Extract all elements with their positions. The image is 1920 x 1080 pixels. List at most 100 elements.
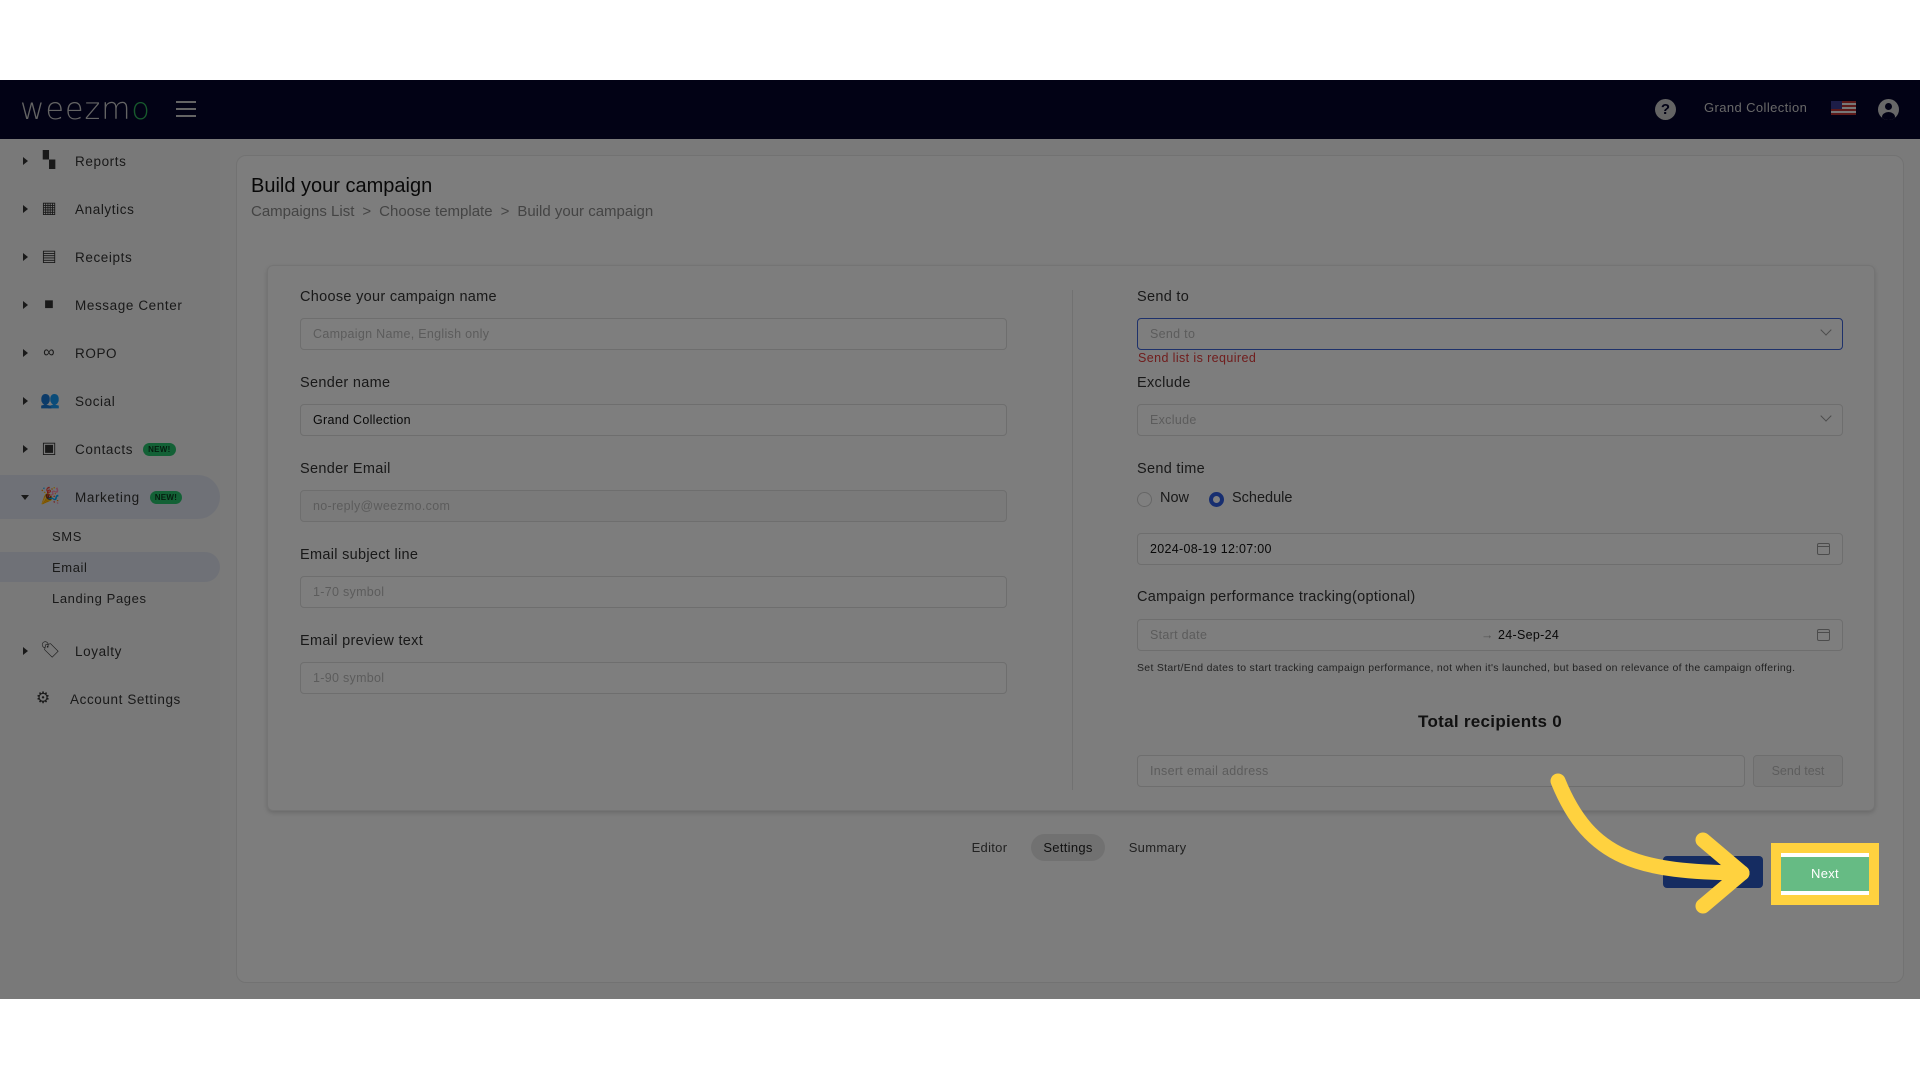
- breadcrumb-choose-template[interactable]: Choose template: [379, 203, 492, 220]
- settings-card: Choose your campaign name Campaign Name,…: [267, 265, 1875, 811]
- sidebar-item-marketing[interactable]: 🎉 Marketing NEW!: [0, 475, 220, 519]
- people-icon: 👥: [40, 392, 60, 409]
- user-icon[interactable]: [1878, 99, 1899, 120]
- step-editor[interactable]: Editor: [960, 834, 1020, 861]
- radio-schedule-label[interactable]: Schedule: [1232, 490, 1292, 506]
- sidebar-item-label: Receipts: [75, 249, 133, 265]
- subject-line-input[interactable]: 1-70 symbol: [300, 576, 1007, 608]
- infinity-icon: ∞: [43, 344, 55, 361]
- analytics-icon: ▦: [41, 200, 57, 217]
- tag-heart-icon: 🏷: [40, 642, 61, 659]
- sidebar-item-label: Marketing NEW!: [75, 490, 183, 505]
- radio-now-label[interactable]: Now: [1160, 490, 1189, 506]
- caret-down-icon: [21, 494, 29, 500]
- tracking-start-date[interactable]: Start date: [1150, 628, 1207, 642]
- radio-schedule[interactable]: [1209, 492, 1224, 507]
- dashboard-icon: ▚: [42, 152, 56, 169]
- sidebar-subitem-label: SMS: [52, 528, 82, 544]
- sidebar-item-social[interactable]: 👥 Social: [0, 379, 220, 423]
- new-badge: NEW!: [149, 491, 183, 505]
- step-settings[interactable]: Settings: [1031, 834, 1105, 861]
- caret-right-icon: [23, 157, 28, 165]
- preview-text-label: Email preview text: [300, 633, 424, 649]
- sidebar-item-contacts[interactable]: ▣ Contacts NEW!: [0, 427, 220, 471]
- chevron-down-icon: [1820, 324, 1832, 336]
- sidebar-subitem-email[interactable]: Email: [0, 552, 220, 582]
- new-badge: NEW!: [143, 443, 176, 457]
- sidebar-item-analytics[interactable]: ▦ Analytics: [0, 187, 220, 231]
- tracking-date-range[interactable]: Start date → 24-Sep-24: [1137, 619, 1843, 651]
- campaign-name-label: Choose your campaign name: [300, 289, 497, 305]
- radio-now[interactable]: [1137, 492, 1152, 507]
- subject-line-label: Email subject line: [300, 547, 419, 563]
- send-to-select[interactable]: Send to: [1137, 318, 1843, 350]
- sidebar-item-label: Account Settings: [70, 691, 181, 707]
- receipt-icon: ▤: [41, 248, 57, 265]
- help-icon[interactable]: ?: [1655, 99, 1676, 120]
- us-flag-icon[interactable]: [1831, 101, 1856, 115]
- highlight-box: [1771, 843, 1879, 905]
- schedule-datetime-value: 2024-08-19 12:07:00: [1150, 542, 1272, 556]
- sender-name-label: Sender name: [300, 375, 391, 391]
- send-test-button[interactable]: Send test: [1753, 755, 1843, 787]
- column-divider: [1072, 290, 1073, 790]
- caret-right-icon: [23, 397, 28, 405]
- tracking-end-date[interactable]: 24-Sep-24: [1498, 620, 1559, 650]
- send-time-label: Send time: [1137, 461, 1205, 477]
- exclude-placeholder: Exclude: [1150, 413, 1197, 427]
- preview-text-input[interactable]: 1-90 symbol: [300, 662, 1007, 694]
- weezmo-logo[interactable]: weezmo: [20, 92, 151, 127]
- back-button[interactable]: [1663, 856, 1763, 888]
- sidebar-item-loyalty[interactable]: 🏷 Loyalty: [0, 629, 220, 673]
- send-to-error: Send list is required: [1138, 351, 1257, 365]
- party-icon: 🎉: [40, 488, 60, 505]
- main-panel: Build your campaign Campaigns List > Cho…: [236, 155, 1904, 983]
- total-recipients: Total recipients 0: [1418, 712, 1562, 731]
- sidebar-subitem-label: Landing Pages: [52, 590, 147, 606]
- sidebar-item-label: Contacts NEW!: [75, 442, 176, 457]
- sidebar-item-ropo[interactable]: ∞ ROPO: [0, 331, 220, 375]
- message-icon: ■: [44, 296, 54, 313]
- send-to-placeholder: Send to: [1150, 327, 1196, 341]
- breadcrumb-current: Build your campaign: [517, 203, 654, 220]
- sidebar-item-label: Social: [75, 393, 116, 409]
- caret-right-icon: [23, 205, 28, 213]
- sender-email-label: Sender Email: [300, 461, 391, 477]
- tracking-hint: Set Start/End dates to start tracking ca…: [1137, 662, 1796, 674]
- caret-right-icon: [23, 647, 28, 655]
- sidebar-subitem-landing-pages[interactable]: Landing Pages: [0, 583, 220, 613]
- test-email-input[interactable]: Insert email address: [1137, 755, 1745, 787]
- calendar-icon[interactable]: [1817, 543, 1830, 555]
- contacts-icon: ▣: [41, 440, 57, 457]
- range-arrow-icon: →: [1481, 628, 1494, 642]
- sidebar-subitem-label: Email: [52, 559, 88, 575]
- sender-name-input[interactable]: Grand Collection: [300, 404, 1007, 436]
- wizard-steps: Editor Settings Summary: [237, 834, 1905, 861]
- chevron-down-icon: [1820, 410, 1832, 422]
- sidebar-item-account-settings[interactable]: ⚙ Account Settings: [0, 677, 220, 721]
- sidebar-item-message-center[interactable]: ■ Message Center: [0, 283, 220, 327]
- calendar-icon[interactable]: [1817, 629, 1830, 641]
- exclude-label: Exclude: [1137, 375, 1191, 391]
- breadcrumb-separator: >: [500, 203, 510, 220]
- sidebar-item-label: Message Center: [75, 297, 183, 313]
- sidebar: ▚ Reports ▦ Analytics ▤ Receipts ■ Messa…: [0, 139, 220, 999]
- step-summary[interactable]: Summary: [1117, 834, 1199, 861]
- hamburger-icon[interactable]: [176, 101, 196, 117]
- caret-right-icon: [23, 253, 28, 261]
- sidebar-item-label: Analytics: [75, 201, 135, 217]
- exclude-select[interactable]: Exclude: [1137, 404, 1843, 436]
- caret-right-icon: [23, 349, 28, 357]
- account-name[interactable]: Grand Collection: [1704, 100, 1807, 115]
- breadcrumb-campaigns-list[interactable]: Campaigns List: [251, 203, 354, 220]
- campaign-name-input[interactable]: Campaign Name, English only: [300, 318, 1007, 350]
- schedule-datetime-input[interactable]: 2024-08-19 12:07:00: [1137, 533, 1843, 565]
- top-header: weezmo ? Grand Collection: [0, 80, 1920, 139]
- sidebar-item-receipts[interactable]: ▤ Receipts: [0, 235, 220, 279]
- sidebar-item-label: Loyalty: [75, 643, 122, 659]
- sender-email-input[interactable]: no-reply@weezmo.com: [300, 490, 1007, 522]
- caret-right-icon: [23, 301, 28, 309]
- sidebar-subitem-sms[interactable]: SMS: [0, 521, 220, 551]
- sidebar-item-reports[interactable]: ▚ Reports: [0, 139, 220, 183]
- page-title: Build your campaign: [251, 175, 433, 197]
